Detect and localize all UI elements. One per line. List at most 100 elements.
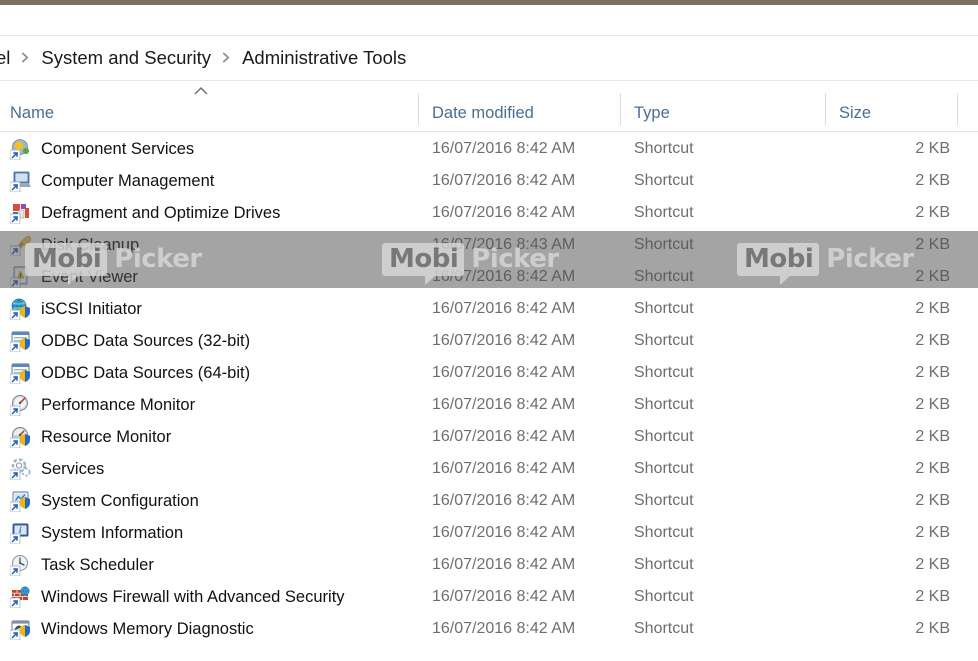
file-size-cell: 2 KB	[915, 236, 950, 253]
file-name-label: Resource Monitor	[41, 427, 172, 446]
file-date-cell: 16/07/2016 8:42 AM	[432, 556, 576, 573]
file-date-cell: 16/07/2016 8:42 AM	[432, 460, 576, 477]
column-header-date[interactable]: Date modified	[432, 82, 534, 132]
file-name-label: Windows Firewall with Advanced Security	[41, 587, 345, 606]
file-size-cell: 2 KB	[915, 524, 950, 541]
file-size-cell: 2 KB	[915, 172, 950, 189]
file-name-cell[interactable]: Performance Monitor	[10, 389, 195, 421]
file-type-cell: Shortcut	[634, 588, 694, 605]
odbc-icon	[10, 362, 32, 384]
toolbar-area	[0, 5, 978, 36]
system-configuration-icon	[10, 490, 32, 512]
table-row[interactable]: Task Scheduler 16/07/2016 8:42 AM Shortcut…	[0, 549, 978, 581]
file-size-cell: 2 KB	[915, 492, 950, 509]
table-row[interactable]: ODBC Data Sources (32-bit) 16/07/2016 8:4…	[0, 325, 978, 357]
table-row[interactable]: System Configuration 16/07/2016 8:42 AM Sh…	[0, 485, 978, 517]
file-date-cell: 16/07/2016 8:42 AM	[432, 332, 576, 349]
file-date-cell: 16/07/2016 8:42 AM	[432, 204, 576, 221]
table-row[interactable]: Windows Firewall with Advanced Security 1…	[0, 581, 978, 613]
table-row[interactable]: Component Services 16/07/2016 8:42 AM Shor…	[0, 133, 978, 165]
memory-diagnostic-icon	[10, 618, 32, 640]
file-name-cell[interactable]: Resource Monitor	[10, 421, 171, 453]
services-icon	[10, 458, 32, 480]
breadcrumb[interactable]: el System and Security Administrative Tool…	[0, 36, 978, 81]
file-name-cell[interactable]: Defragment and Optimize Drives	[10, 197, 280, 229]
disk-cleanup-icon	[10, 234, 32, 256]
column-resize-handle[interactable]	[620, 93, 621, 125]
file-type-cell: Shortcut	[634, 396, 694, 413]
file-type-cell: Shortcut	[634, 332, 694, 349]
file-type-cell: Shortcut	[634, 300, 694, 317]
resource-monitor-icon	[10, 426, 32, 448]
file-name-label: Defragment and Optimize Drives	[41, 203, 281, 222]
column-header-name[interactable]: Name	[10, 82, 54, 132]
table-row[interactable]: i System Information 16/07/2016 8:42 AM Sho…	[0, 517, 978, 549]
file-name-cell[interactable]: System Configuration	[10, 485, 199, 517]
file-name-label: Performance Monitor	[41, 395, 196, 414]
file-name-cell[interactable]: Component Services	[10, 133, 194, 165]
file-name-label: Windows Memory Diagnostic	[41, 619, 254, 638]
column-resize-handle[interactable]	[825, 93, 826, 125]
file-date-cell: 16/07/2016 8:42 AM	[432, 172, 576, 189]
file-name-label: Services	[41, 459, 105, 478]
file-name-label: iSCSI Initiator	[41, 299, 142, 318]
table-row[interactable]: Services 16/07/2016 8:42 AM Shortcut 2 KB	[0, 453, 978, 485]
file-date-cell: 16/07/2016 8:42 AM	[432, 428, 576, 445]
file-name-cell[interactable]: Disk Cleanup	[10, 229, 139, 261]
file-size-cell: 2 KB	[915, 396, 950, 413]
column-header-type[interactable]: Type	[634, 82, 670, 132]
file-size-cell: 2 KB	[915, 428, 950, 445]
column-header-size[interactable]: Size	[839, 82, 871, 132]
file-name-cell[interactable]: iSCSI Initiator	[10, 293, 142, 325]
file-type-cell: Shortcut	[634, 460, 694, 477]
table-row[interactable]: Resource Monitor 16/07/2016 8:42 AM Shortc…	[0, 421, 978, 453]
file-type-cell: Shortcut	[634, 236, 694, 253]
task-scheduler-icon	[10, 554, 32, 576]
column-header-label: Size	[839, 103, 872, 122]
file-date-cell: 16/07/2016 8:42 AM	[432, 268, 576, 285]
file-name-label: ODBC Data Sources (32-bit)	[41, 331, 251, 350]
file-list[interactable]: Component Services 16/07/2016 8:42 AM Shor…	[0, 133, 978, 661]
column-header-row[interactable]: Name Date modified Type Size	[0, 82, 978, 132]
file-name-cell[interactable]: Task Scheduler	[10, 549, 154, 581]
table-row[interactable]: Event Viewer 16/07/2016 8:42 AM Shortcut 2 …	[0, 261, 978, 293]
file-name-label: Disk Cleanup	[41, 235, 140, 254]
file-date-cell: 16/07/2016 8:42 AM	[432, 492, 576, 509]
table-row[interactable]: Computer Management 16/07/2016 8:42 AM Sho…	[0, 165, 978, 197]
file-type-cell: Shortcut	[634, 364, 694, 381]
file-size-cell: 2 KB	[915, 364, 950, 381]
iscsi-initiator-icon	[10, 298, 32, 320]
table-row[interactable]: ODBC Data Sources (64-bit) 16/07/2016 8:4…	[0, 357, 978, 389]
file-size-cell: 2 KB	[915, 460, 950, 477]
breadcrumb-item-2[interactable]: Administrative Tools	[242, 48, 406, 68]
file-name-cell[interactable]: Computer Management	[10, 165, 214, 197]
breadcrumb-item-0[interactable]: el	[0, 48, 10, 68]
file-name-cell[interactable]: i System Information	[10, 517, 183, 549]
file-name-cell[interactable]: ODBC Data Sources (64-bit)	[10, 357, 250, 389]
table-row[interactable]: Windows Memory Diagnostic 16/07/2016 8:42…	[0, 613, 978, 645]
table-row[interactable]: Disk Cleanup 16/07/2016 8:43 AM Shortcut 2 …	[0, 229, 978, 261]
computer-management-icon	[10, 170, 32, 192]
table-row[interactable]: Defragment and Optimize Drives 16/07/2016…	[0, 197, 978, 229]
file-name-cell[interactable]: Services	[10, 453, 104, 485]
sort-ascending-icon	[194, 86, 208, 95]
file-type-cell: Shortcut	[634, 492, 694, 509]
firewall-icon	[10, 586, 32, 608]
file-type-cell: Shortcut	[634, 172, 694, 189]
file-name-cell[interactable]: Event Viewer	[10, 261, 138, 293]
column-header-label: Name	[10, 103, 55, 122]
chevron-right-icon	[222, 52, 231, 63]
file-name-cell[interactable]: Windows Firewall with Advanced Security	[10, 581, 345, 613]
table-row[interactable]: iSCSI Initiator 16/07/2016 8:42 AM Shortcu…	[0, 293, 978, 325]
file-type-cell: Shortcut	[634, 620, 694, 637]
file-name-cell[interactable]: Windows Memory Diagnostic	[10, 613, 254, 645]
column-resize-handle[interactable]	[418, 93, 419, 125]
file-size-cell: 2 KB	[915, 556, 950, 573]
file-size-cell: 2 KB	[915, 268, 950, 285]
table-row[interactable]: Performance Monitor 16/07/2016 8:42 AM Sho…	[0, 389, 978, 421]
file-type-cell: Shortcut	[634, 268, 694, 285]
file-name-cell[interactable]: ODBC Data Sources (32-bit)	[10, 325, 250, 357]
column-resize-handle[interactable]	[957, 93, 958, 125]
file-size-cell: 2 KB	[915, 300, 950, 317]
breadcrumb-item-1[interactable]: System and Security	[41, 48, 211, 68]
